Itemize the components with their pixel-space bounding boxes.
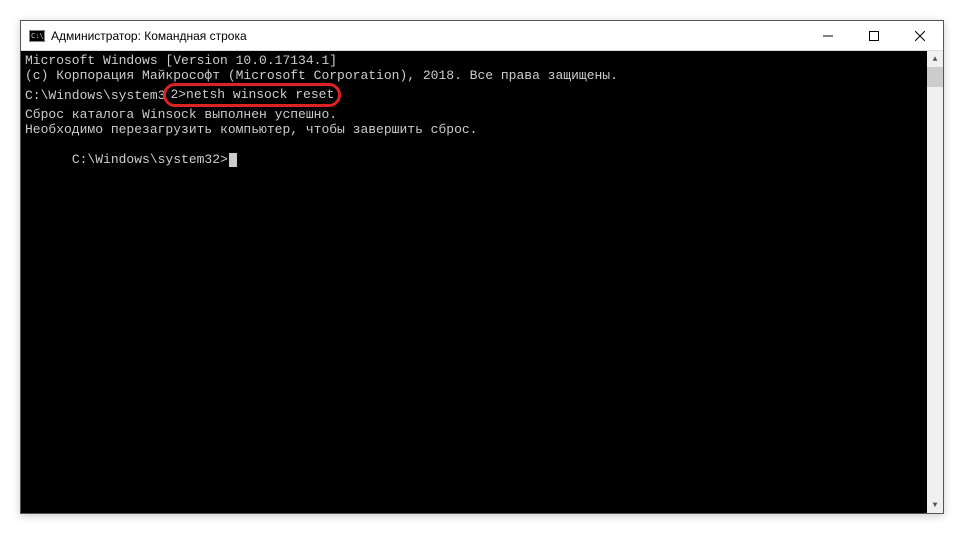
window-title: Администратор: Командная строка [51, 29, 805, 43]
titlebar[interactable]: C:\ Администратор: Командная строка [21, 21, 943, 51]
close-button[interactable] [897, 21, 943, 50]
console-prompt: C:\Windows\system32> [25, 137, 939, 182]
console-line: (c) Корпорация Майкрософт (Microsoft Cor… [25, 68, 939, 83]
console-line: C:\Windows\system32>netsh winsock reset [25, 83, 939, 107]
cursor-icon [229, 153, 237, 167]
console-area[interactable]: Microsoft Windows [Version 10.0.17134.1]… [21, 51, 943, 513]
console-line: Microsoft Windows [Version 10.0.17134.1] [25, 53, 939, 68]
command-prompt-window: C:\ Администратор: Командная строка Micr… [20, 20, 944, 514]
scroll-up-button[interactable]: ▲ [927, 51, 943, 67]
vertical-scrollbar[interactable]: ▲ ▼ [927, 51, 943, 513]
prompt-prefix: C:\Windows\system3 [25, 88, 165, 103]
highlighted-command: 2>netsh winsock reset [163, 83, 341, 107]
scroll-down-button[interactable]: ▼ [927, 497, 943, 513]
maximize-button[interactable] [851, 21, 897, 50]
console-line: Сброс каталога Winsock выполнен успешно. [25, 107, 939, 122]
cmd-icon: C:\ [29, 30, 45, 42]
console-line: Необходимо перезагрузить компьютер, чтоб… [25, 122, 939, 137]
scroll-thumb[interactable] [927, 67, 943, 87]
window-controls [805, 21, 943, 50]
minimize-button[interactable] [805, 21, 851, 50]
prompt-text: C:\Windows\system32> [72, 152, 228, 167]
